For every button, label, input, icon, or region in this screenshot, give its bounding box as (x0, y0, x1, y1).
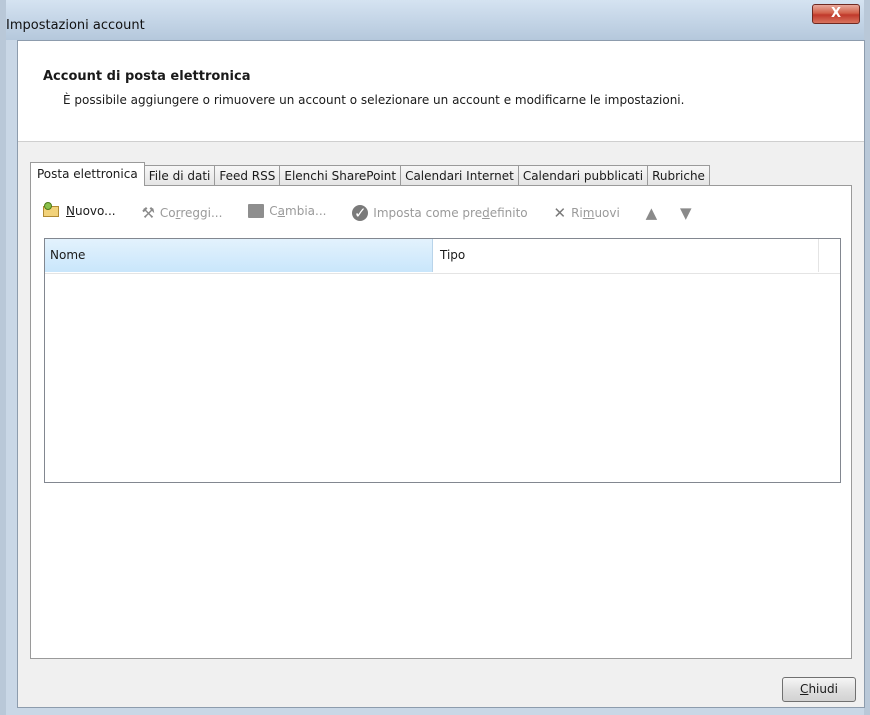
window-title: Impostazioni account (6, 18, 145, 33)
column-header-name[interactable]: Nome (45, 239, 433, 272)
arrow-up-icon: ▲ (645, 204, 658, 222)
remove-label: Rimuovi (571, 206, 620, 220)
tab-file-di-dati[interactable]: File di dati (143, 165, 216, 186)
header-title: Account di posta elettronica (43, 69, 251, 84)
arrow-down-icon: ▼ (680, 204, 692, 222)
new-account-button[interactable]: Nuovo... (43, 200, 116, 222)
header-description: È possibile aggiungere o rimuovere un ac… (63, 93, 685, 107)
dialog-client-area: Account di posta elettronica È possibile… (17, 40, 865, 708)
remove-button[interactable]: ✕ Rimuovi (553, 202, 619, 224)
close-icon: X (830, 6, 842, 21)
tab-rubriche[interactable]: Rubriche (647, 165, 710, 186)
move-up-button[interactable]: ▲ (646, 202, 663, 224)
change-icon (248, 204, 265, 218)
dialog-header: Account di posta elettronica È possibile… (18, 41, 864, 142)
change-button[interactable]: Cambia... (248, 200, 326, 222)
repair-label: Correggi... (159, 206, 223, 220)
checkmark-icon: ✓ (352, 204, 369, 222)
set-default-button[interactable]: ✓ Imposta come predefinito (352, 202, 528, 224)
tab-strip: Posta elettronica File di dati Feed RSS Ele… (30, 162, 710, 186)
column-header-type[interactable]: Tipo (434, 239, 819, 272)
tab-feed-rss[interactable]: Feed RSS (214, 165, 281, 186)
title-bar[interactable]: Impostazioni account X (6, 0, 864, 40)
move-down-button[interactable]: ▼ (680, 202, 697, 224)
new-mail-icon (43, 202, 61, 218)
account-toolbar: Nuovo... ⚒ Correggi... Cambia... ✓ Impos… (43, 200, 719, 222)
close-button[interactable]: Chiudi (782, 677, 856, 702)
tab-elenchi-sharepoint[interactable]: Elenchi SharePoint (279, 165, 402, 186)
window-close-button[interactable]: X (812, 4, 860, 24)
tab-calendari-pubblicati[interactable]: Calendari pubblicati (517, 165, 649, 186)
repair-button[interactable]: ⚒ Correggi... (141, 202, 222, 224)
set-default-label: Imposta come predefinito (373, 206, 528, 220)
tab-calendari-internet[interactable]: Calendari Internet (400, 165, 519, 186)
settings-window: Impostazioni account X Account di posta … (0, 0, 870, 715)
remove-x-icon: ✕ (553, 204, 567, 222)
account-list[interactable]: Nome Tipo (44, 238, 841, 483)
tab-posta-elettronica[interactable]: Posta elettronica (30, 162, 145, 186)
tools-icon: ⚒ (141, 204, 155, 222)
tab-panel-posta-elettronica: Nuovo... ⚒ Correggi... Cambia... ✓ Impos… (30, 185, 852, 659)
account-list-header: Nome Tipo (45, 239, 840, 274)
new-label: Nuovo... (66, 204, 116, 218)
change-label: Cambia... (269, 204, 327, 218)
